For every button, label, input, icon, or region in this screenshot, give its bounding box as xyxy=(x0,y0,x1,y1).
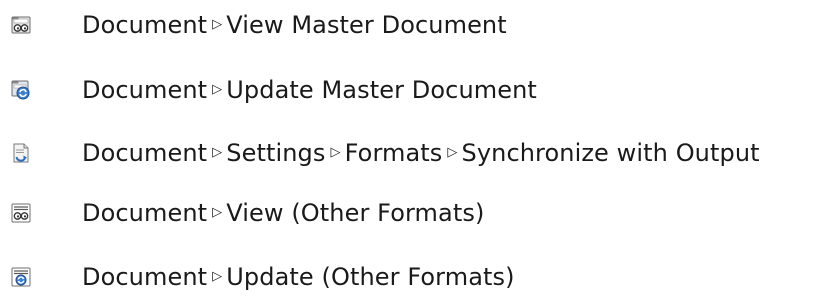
separator-arrow-icon: ▷ xyxy=(330,144,341,160)
synchronize-with-output-icon xyxy=(13,143,29,163)
separator-arrow-icon: ▷ xyxy=(212,204,223,220)
update-master-document-icon xyxy=(11,80,30,100)
menu-item-update-other-formats[interactable]: Document ▷ Update (Other Formats) xyxy=(0,257,829,297)
menu-item-view-other-formats[interactable]: Document ▷ View (Other Formats) xyxy=(0,193,829,233)
path-segment: Formats xyxy=(344,139,443,167)
separator-arrow-icon: ▷ xyxy=(212,268,223,284)
menu-path-1: Document ▷ View Master Document xyxy=(82,13,507,37)
menu-item-synchronize-with-output[interactable]: Document ▷ Settings ▷ Formats ▷ Synchronize wi… xyxy=(0,133,829,173)
path-segment: Synchronize with Output xyxy=(461,139,760,167)
separator-arrow-icon: ▷ xyxy=(447,144,458,160)
update-other-formats-icon xyxy=(11,267,31,287)
path-segment: Document xyxy=(82,76,208,104)
path-segment: View Master Document xyxy=(226,11,507,39)
menu-path-2: Document ▷ Update Master Document xyxy=(82,78,537,102)
path-segment: Document xyxy=(82,263,208,291)
path-segment: View (Other Formats) xyxy=(226,199,485,227)
path-segment: Update Master Document xyxy=(226,76,537,104)
menu-item-update-master-document[interactable]: Document ▷ Update Master Document xyxy=(0,70,829,110)
path-segment: Document xyxy=(82,11,208,39)
separator-arrow-icon: ▷ xyxy=(212,16,223,32)
separator-arrow-icon: ▷ xyxy=(212,81,223,97)
path-segment: Settings xyxy=(226,139,326,167)
menu-path-5: Document ▷ Update (Other Formats) xyxy=(82,265,515,289)
path-segment: Document xyxy=(82,139,208,167)
path-segment: Update (Other Formats) xyxy=(226,263,515,291)
menu-path-list: Document ▷ View Master Document Document ▷ U… xyxy=(0,0,829,300)
menu-path-3: Document ▷ Settings ▷ Formats ▷ Synchronize wi… xyxy=(82,141,760,165)
separator-arrow-icon: ▷ xyxy=(212,144,223,160)
view-master-document-icon xyxy=(11,16,31,34)
menu-path-4: Document ▷ View (Other Formats) xyxy=(82,201,484,225)
view-other-formats-icon xyxy=(11,203,31,223)
menu-item-view-master-document[interactable]: Document ▷ View Master Document xyxy=(0,5,829,45)
path-segment: Document xyxy=(82,199,208,227)
